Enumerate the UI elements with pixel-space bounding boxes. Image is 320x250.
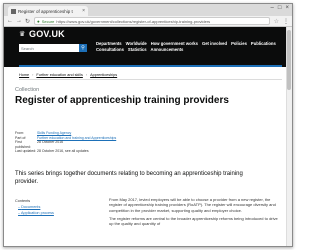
crown-icon: ♛ xyxy=(19,31,26,38)
forward-icon[interactable]: → xyxy=(16,18,22,24)
favicon-icon xyxy=(11,8,16,14)
search-input[interactable]: Search xyxy=(19,46,79,51)
nav-worldwide[interactable]: Worldwide xyxy=(126,41,147,46)
contents-item-application-process[interactable]: – Application process xyxy=(15,210,54,216)
tab-strip: Register of apprenticeship t × – □ × xyxy=(4,4,292,16)
breadcrumb: Home › Further education and skills › Ap… xyxy=(4,67,292,79)
breadcrumb-apprenticeships[interactable]: Apprenticeships xyxy=(90,73,117,77)
nav-statistics[interactable]: Statistics xyxy=(128,47,147,52)
nav-how-government-works[interactable]: How government works xyxy=(151,41,198,46)
reload-icon[interactable]: ↻ xyxy=(25,18,30,25)
page-kicker: Collection xyxy=(15,87,40,93)
scrollbar-thumb[interactable] xyxy=(287,30,291,90)
contents-item-documents-label: Documents xyxy=(21,205,41,209)
secure-label: Secure xyxy=(41,18,55,24)
maximize-icon[interactable]: □ xyxy=(278,5,282,11)
back-icon[interactable]: ← xyxy=(7,18,13,24)
search-icon: ⚲ xyxy=(81,45,85,51)
search-button[interactable]: ⚲ xyxy=(79,44,87,52)
body-text: From May 2017, levied employers will be … xyxy=(109,197,279,229)
minimize-icon[interactable]: – xyxy=(271,5,274,11)
address-bar: ← → ↻ ● Secure https://www.gov.uk/govern… xyxy=(4,16,292,27)
govuk-logo[interactable]: GOV.UK xyxy=(29,29,65,39)
body-paragraph: The register reforms are central to the … xyxy=(109,215,278,227)
close-window-icon[interactable]: × xyxy=(285,5,289,11)
nav-get-involved[interactable]: Get involved xyxy=(202,41,227,46)
nav-publications[interactable]: Publications xyxy=(251,41,276,46)
govuk-header: ♛ GOV.UK Search ⚲ Departments Worldwide … xyxy=(4,27,292,67)
meta-published-label: First published: xyxy=(15,140,31,149)
nav-announcements[interactable]: Announcements xyxy=(151,47,184,52)
browser-tab[interactable]: Register of apprenticeship t × xyxy=(8,6,88,16)
page-title: Register of apprenticeship training prov… xyxy=(15,95,229,106)
header-nav: Departments Worldwide How government wor… xyxy=(96,41,286,52)
meta-updated-value: 28 October 2016, see all updates xyxy=(37,149,89,154)
metadata: From: Skills Funding Agency Part of: Furth… xyxy=(15,131,116,154)
meta-updated-label: Last updated: xyxy=(15,149,37,154)
divider xyxy=(19,79,282,80)
lock-icon: ● xyxy=(37,18,40,24)
bookmark-star-icon[interactable]: ☆ xyxy=(274,18,279,25)
url-field[interactable]: ● Secure https://www.gov.uk/government/c… xyxy=(34,17,270,25)
breadcrumb-separator: › xyxy=(32,73,34,77)
search-box[interactable]: Search ⚲ xyxy=(19,44,87,52)
tab-title: Register of apprenticeship t xyxy=(18,8,73,14)
nav-departments[interactable]: Departments xyxy=(96,41,122,46)
nav-policies[interactable]: Policies xyxy=(231,41,247,46)
lede-paragraph: This series brings together documents re… xyxy=(15,171,243,185)
url-text: https://www.gov.uk/government/collection… xyxy=(56,18,211,24)
window-controls: – □ × xyxy=(271,5,289,11)
meta-part-of-link[interactable]: Further education and training and Appre… xyxy=(37,136,116,140)
contents-item-application-label: Application process xyxy=(20,211,54,215)
contents-list: Contents – Documents – Application proce… xyxy=(15,198,54,216)
meta-published-value: 28 October 2016 xyxy=(37,140,64,145)
body-paragraph: From May 2017, levied employers will be … xyxy=(109,197,276,213)
nav-consultations[interactable]: Consultations xyxy=(96,47,124,52)
meta-from-link[interactable]: Skills Funding Agency xyxy=(37,131,71,135)
header-accent-bar xyxy=(19,65,282,67)
breadcrumb-home[interactable]: Home xyxy=(19,73,29,77)
close-tab-icon[interactable]: × xyxy=(82,8,85,14)
breadcrumb-separator: › xyxy=(85,73,88,77)
breadcrumb-further-education[interactable]: Further education and skills xyxy=(36,73,82,77)
menu-icon[interactable]: ⋮ xyxy=(283,18,289,25)
